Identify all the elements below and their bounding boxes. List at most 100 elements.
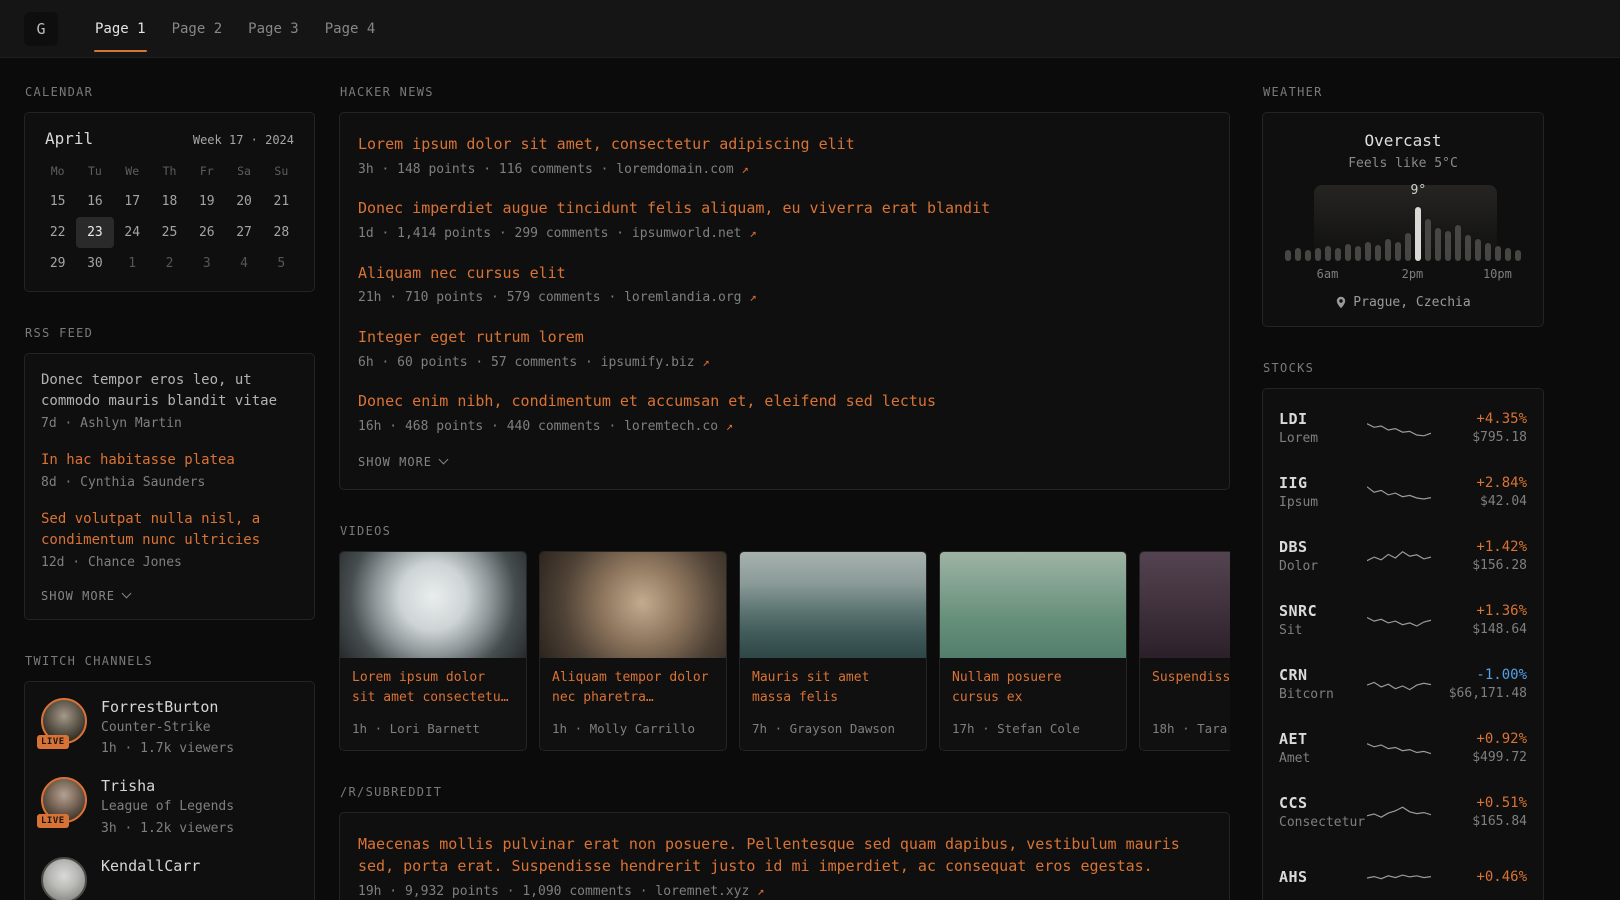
twitch-card: LIVE ForrestBurtonCounter-Strike1h · 1.7k… <box>24 681 315 900</box>
video-card[interactable]: Suspendisse diam18h · Tara <box>1139 551 1230 751</box>
weather-time-label: 2pm <box>1402 267 1424 281</box>
weather-feels-like: Feels like 5°C <box>1279 156 1527 171</box>
news-item: Donec imperdiet augue tincidunt felis al… <box>358 197 1211 243</box>
calendar-month: April <box>45 129 93 148</box>
rss-item-title[interactable]: Sed volutpat nulla nisl, a condimentum n… <box>41 509 298 551</box>
video-card[interactable]: Mauris sit amet massa felis7h · Grayson … <box>739 551 927 751</box>
stock-row: CRNBitcorn-1.00%$66,171.48 <box>1277 653 1529 717</box>
stock-price: $42.04 <box>1435 493 1527 512</box>
news-item: Integer eget rutrum lorem6h · 60 points … <box>358 326 1211 372</box>
video-card[interactable]: Nullam posuere cursus ex17h · Stefan Col… <box>939 551 1127 751</box>
tab-page-3[interactable]: Page 3 <box>235 0 312 57</box>
news-item-title[interactable]: Lorem ipsum dolor sit amet, consectetur … <box>358 133 1211 156</box>
calendar-header-row: April Week 17 · 2024 <box>39 127 300 156</box>
subreddit-widget: /R/SUBREDDIT Maecenas mollis pulvinar er… <box>339 785 1230 900</box>
subreddit-items: Maecenas mollis pulvinar erat non posuer… <box>358 833 1211 900</box>
chevron-down-icon <box>439 455 449 465</box>
weather-bar <box>1335 248 1341 261</box>
channel-meta: 3h · 1.2k viewers <box>101 820 234 839</box>
rss-item-title[interactable]: In hac habitasse platea <box>41 450 298 471</box>
weather-bar <box>1345 244 1351 261</box>
weather-bar <box>1395 242 1401 261</box>
stock-values: +1.42%$156.28 <box>1435 539 1527 576</box>
calendar-date: 18 <box>151 186 188 217</box>
channel-info: ForrestBurtonCounter-Strike1h · 1.7k vie… <box>101 698 234 760</box>
weather-bar <box>1485 243 1491 261</box>
subreddit-card: Maecenas mollis pulvinar erat non posuer… <box>339 812 1230 900</box>
weather-bar <box>1415 207 1421 261</box>
channel-name[interactable]: Trisha <box>101 777 234 795</box>
location-pin-icon <box>1335 296 1347 309</box>
stock-info: IIGIpsum <box>1279 474 1363 513</box>
calendar-section-title: CALENDAR <box>25 85 314 99</box>
rss-card: Donec tempor eros leo, ut commodo mauris… <box>24 353 315 620</box>
weather-bar <box>1405 233 1411 261</box>
hackernews-show-more-button[interactable]: SHOW MORE <box>358 455 1211 469</box>
news-item-title[interactable]: Integer eget rutrum lorem <box>358 326 1211 349</box>
videos-section-title: VIDEOS <box>340 524 1229 538</box>
calendar-date: 2 <box>151 248 188 279</box>
rss-item-meta: 7d · Ashlyn Martin <box>41 415 298 434</box>
stock-info: LDILorem <box>1279 410 1363 449</box>
twitch-channel-row: KendallCarr <box>41 857 298 900</box>
stock-change: -1.00% <box>1435 667 1527 683</box>
avatar-image <box>41 857 87 900</box>
stock-ticker: CCS <box>1279 794 1363 812</box>
stock-sparkline <box>1363 864 1435 890</box>
video-meta: 1h · Molly Carrillo <box>552 712 714 738</box>
channel-avatar: LIVE <box>41 698 87 744</box>
channel-name[interactable]: ForrestBurton <box>101 698 234 716</box>
weather-time-axis: 6am2pm10pm <box>1285 267 1521 283</box>
stock-change: +2.84% <box>1435 475 1527 491</box>
calendar-date: 30 <box>76 248 113 279</box>
chevron-down-icon <box>122 589 132 599</box>
stock-info: AHS <box>1279 868 1363 886</box>
external-link-icon: ↗ <box>749 226 756 240</box>
stock-change: +1.42% <box>1435 539 1527 555</box>
video-card[interactable]: Lorem ipsum dolor sit amet consectetu…1h… <box>339 551 527 751</box>
news-item-title[interactable]: Maecenas mollis pulvinar erat non posuer… <box>358 833 1211 878</box>
stock-ticker: LDI <box>1279 410 1363 428</box>
tab-page-1[interactable]: Page 1 <box>82 0 159 57</box>
stock-row: IIGIpsum +2.84% $42.04 <box>1277 461 1529 525</box>
stock-ticker: AHS <box>1279 868 1363 886</box>
video-body: Mauris sit amet massa felis7h · Grayson … <box>740 658 926 750</box>
tab-page-2[interactable]: Page 2 <box>159 0 236 57</box>
channel-name[interactable]: KendallCarr <box>101 857 200 875</box>
weather-card: Overcast Feels like 5°C 9° 6am2pm10pm Pr… <box>1262 112 1544 327</box>
video-card[interactable]: Aliquam tempor dolor nec pharetra…1h · M… <box>539 551 727 751</box>
calendar-date: 17 <box>114 186 151 217</box>
stock-row: DBSDolor +1.42%$156.28 <box>1277 525 1529 589</box>
stock-row: AETAmet+0.92%$499.72 <box>1277 717 1529 781</box>
calendar-date: 19 <box>188 186 225 217</box>
hackernews-section-title: HACKER NEWS <box>340 85 1229 99</box>
video-title: Lorem ipsum dolor sit amet consectetu… <box>352 668 514 708</box>
stock-price: $148.64 <box>1435 621 1527 640</box>
news-item: Maecenas mollis pulvinar erat non posuer… <box>358 833 1211 900</box>
weather-widget: WEATHER Overcast Feels like 5°C 9° 6am2p… <box>1262 85 1544 327</box>
rss-show-more-button[interactable]: SHOW MORE <box>41 589 298 603</box>
calendar-grid: MoTuWeThFrSaSu15161718192021222324252627… <box>39 156 300 279</box>
external-link-icon: ↗ <box>757 884 764 898</box>
stock-info: DBSDolor <box>1279 538 1363 577</box>
video-meta: 7h · Grayson Dawson <box>752 712 914 738</box>
stock-ticker: SNRC <box>1279 602 1363 620</box>
video-thumbnail <box>540 552 726 658</box>
stock-values: +0.46% <box>1435 869 1527 885</box>
app-logo[interactable]: G <box>24 12 58 46</box>
news-item-title[interactable]: Aliquam nec cursus elit <box>358 262 1211 285</box>
tab-page-4[interactable]: Page 4 <box>312 0 389 57</box>
channel-meta: 1h · 1.7k viewers <box>101 740 234 759</box>
twitch-channel-row: LIVE ForrestBurtonCounter-Strike1h · 1.7k… <box>41 698 298 760</box>
stock-change: +0.51% <box>1435 795 1527 811</box>
calendar-date: 28 <box>263 217 300 248</box>
rss-item-title[interactable]: Donec tempor eros leo, ut commodo mauris… <box>41 370 298 412</box>
news-item-title[interactable]: Donec imperdiet augue tincidunt felis al… <box>358 197 1211 220</box>
rss-items: Donec tempor eros leo, ut commodo mauris… <box>41 370 298 573</box>
stock-change: +1.36% <box>1435 603 1527 619</box>
twitch-channel-row: LIVETrishaLeague of Legends3h · 1.2k vie… <box>41 777 298 839</box>
news-item-meta: 19h · 9,932 points · 1,090 comments · lo… <box>358 883 1211 900</box>
weather-bar <box>1305 250 1311 261</box>
news-item-title[interactable]: Donec enim nibh, condimentum et accumsan… <box>358 390 1211 413</box>
weather-bar <box>1445 231 1451 261</box>
